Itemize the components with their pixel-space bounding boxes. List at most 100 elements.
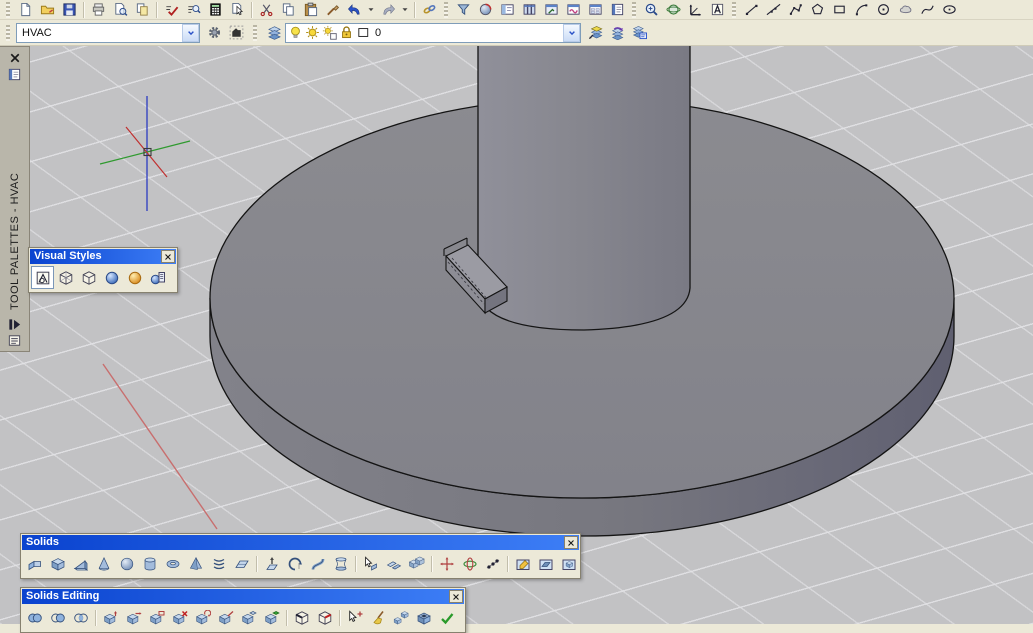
revision-cloud-button[interactable] [894,1,916,19]
open-button[interactable] [36,1,58,19]
interference-check-button[interactable] [405,552,428,575]
tool-palettes-close-button[interactable] [6,50,24,66]
solids-close-button[interactable] [564,536,578,549]
spell-check-button[interactable] [160,1,182,19]
save-button[interactable] [58,1,80,19]
cut-button[interactable] [255,1,277,19]
workspace-combo[interactable]: HVAC [16,23,200,43]
spline-button[interactable] [916,1,938,19]
copy-faces-button[interactable] [237,606,260,629]
polygon-button[interactable] [806,1,828,19]
revolve-button[interactable] [283,552,306,575]
text-style-button[interactable] [706,1,728,19]
layer-freeze-thaw-icon[interactable] [305,25,320,40]
sphere-button[interactable] [115,552,138,575]
3d-dwf-publish-button[interactable] [452,1,474,19]
clean-button[interactable] [366,606,389,629]
orbit-button[interactable] [662,1,684,19]
slice-button[interactable] [382,552,405,575]
toolbar-grip[interactable] [6,2,10,18]
solids-editing-titlebar[interactable]: Solids Editing [22,589,464,604]
imprint-button[interactable] [343,606,366,629]
layer-lock-icon[interactable] [339,25,354,40]
properties-button[interactable] [606,1,628,19]
visual-styles-titlebar[interactable]: Visual Styles [30,249,176,264]
cone-button[interactable] [92,552,115,575]
quickcalc-button[interactable] [204,1,226,19]
circle-button[interactable] [872,1,894,19]
polysolid-button[interactable] [23,552,46,575]
move-faces-button[interactable] [122,606,145,629]
workspace-settings-button[interactable] [203,24,225,42]
rectangle-button[interactable] [828,1,850,19]
redo-dropdown[interactable] [399,1,411,19]
qnew-button[interactable] [14,1,36,19]
layer-previous-button[interactable] [606,24,628,42]
arc-button[interactable] [850,1,872,19]
manage-visual-styles-button[interactable] [146,266,169,289]
etransmit-button[interactable] [226,1,248,19]
color-faces-button[interactable] [260,606,283,629]
planar-surface-button[interactable] [230,552,253,575]
toolbar-grip[interactable] [444,2,448,18]
color-edges-button[interactable] [313,606,336,629]
toolbar-grip[interactable] [732,2,736,18]
make-object-layer-current-button[interactable] [584,24,606,42]
loft-button[interactable] [329,552,352,575]
presspull-button[interactable] [359,552,382,575]
undo-button[interactable] [343,1,365,19]
quickcalc-palette-button[interactable] [584,1,606,19]
3d-orbit-button[interactable] [474,1,496,19]
cylinder-button[interactable] [138,552,161,575]
3d-hidden-button[interactable] [77,266,100,289]
workspace-combo-dropdown[interactable] [182,24,199,42]
toolbar-grip[interactable] [253,25,257,41]
3d-wireframe-button[interactable] [54,266,77,289]
solids-editing-close-button[interactable] [449,590,463,603]
conceptual-button[interactable] [123,266,146,289]
delete-faces-button[interactable] [168,606,191,629]
3d-move-button[interactable] [435,552,458,575]
thicken-button[interactable] [557,552,580,575]
convert-to-solid-button[interactable] [511,552,534,575]
taper-faces-button[interactable] [214,606,237,629]
layer-combo-dropdown[interactable] [563,24,580,42]
sweep-button[interactable] [306,552,329,575]
subtract-button[interactable] [46,606,69,629]
intersect-button[interactable] [69,606,92,629]
sheet-set-manager-button[interactable] [540,1,562,19]
construction-line-button[interactable] [762,1,784,19]
copy-button[interactable] [277,1,299,19]
check-button[interactable] [435,606,458,629]
torus-button[interactable] [161,552,184,575]
3d-align-button[interactable] [481,552,504,575]
markup-set-manager-button[interactable] [562,1,584,19]
undo-dropdown[interactable] [365,1,377,19]
layer-on-off-icon[interactable] [288,25,303,40]
tool-palettes-properties-button[interactable] [6,66,24,82]
2d-wireframe-button[interactable] [31,266,54,289]
polyline-button[interactable] [784,1,806,19]
extrude-button[interactable] [260,552,283,575]
tool-palettes-autohide-button[interactable] [6,316,24,332]
shell-button[interactable] [412,606,435,629]
match-properties-button[interactable] [321,1,343,19]
line-button[interactable] [740,1,762,19]
realistic-button[interactable] [100,266,123,289]
toolbar-grip[interactable] [6,25,10,41]
plot-button[interactable] [87,1,109,19]
layer-viewport-freeze-icon[interactable] [322,25,337,40]
pyramid-button[interactable] [184,552,207,575]
layer-color-swatch[interactable] [356,25,371,40]
offset-faces-button[interactable] [145,606,168,629]
separate-button[interactable] [389,606,412,629]
helix-button[interactable] [207,552,230,575]
my-workspace-button[interactable] [225,24,247,42]
layer-properties-manager-button[interactable] [263,24,285,42]
tool-palettes-window-button[interactable] [518,1,540,19]
union-button[interactable] [23,606,46,629]
box-button[interactable] [46,552,69,575]
3d-rotate-button[interactable] [458,552,481,575]
redo-button[interactable] [377,1,399,19]
visual-styles-close-button[interactable] [161,250,175,263]
